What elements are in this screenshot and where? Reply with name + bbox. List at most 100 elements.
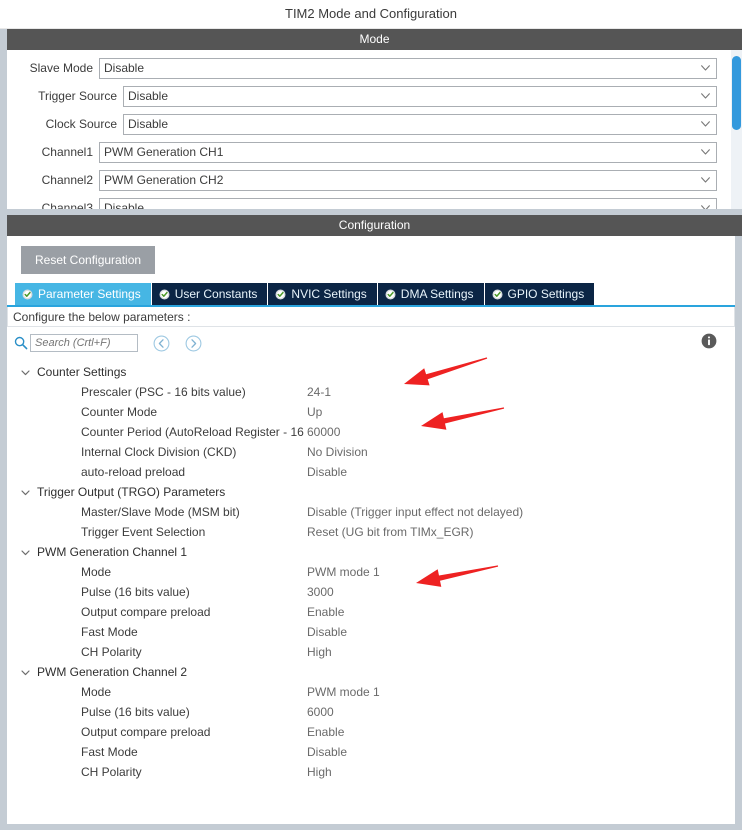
mode-label: Trigger Source	[38, 89, 117, 103]
mode-scrollbar[interactable]	[731, 50, 742, 209]
tab-label: Parameter Settings	[38, 287, 141, 301]
chevron-down-icon	[701, 205, 710, 209]
parameter-name: Output compare preload	[81, 605, 211, 619]
configure-hint: Configure the below parameters :	[7, 307, 735, 327]
parameter-value[interactable]: Reset (UG bit from TIMx_EGR)	[307, 525, 473, 539]
search-input[interactable]	[30, 334, 138, 352]
parameter-row[interactable]: Mode PWM mode 1	[7, 562, 735, 582]
mode-dropdown[interactable]: PWM Generation CH1	[99, 141, 717, 163]
circle-arrow-left-icon[interactable]	[153, 335, 170, 352]
parameter-row[interactable]: Prescaler (PSC - 16 bits value) 24-1	[7, 382, 735, 402]
parameter-group-label: Counter Settings	[37, 365, 127, 379]
parameter-group-pwm-generation-channel-2[interactable]: PWM Generation Channel 2	[7, 662, 735, 682]
mode-row-channel3: Channel3 Disable	[7, 197, 742, 209]
parameter-value[interactable]: 24-1	[307, 385, 331, 399]
parameter-value[interactable]: High	[307, 645, 332, 659]
parameter-group-label: PWM Generation Channel 2	[37, 665, 188, 679]
tab-label: User Constants	[174, 287, 258, 301]
reset-configuration-button[interactable]: Reset Configuration	[21, 246, 156, 274]
circle-arrow-right-icon[interactable]	[185, 335, 202, 352]
parameter-name: Counter Period (AutoReload Register - 16…	[81, 425, 307, 439]
tab-dma-settings[interactable]: DMA Settings	[377, 283, 484, 305]
parameter-name: Fast Mode	[81, 625, 138, 639]
mode-dropdown[interactable]: Disable	[123, 113, 717, 135]
tab-user-constants[interactable]: User Constants	[151, 283, 268, 305]
parameter-group-trigger-output-trgo-parameters[interactable]: Trigger Output (TRGO) Parameters	[7, 482, 735, 502]
chevron-down-icon	[701, 177, 710, 183]
mode-label: Channel2	[41, 173, 93, 187]
chevron-down-icon[interactable]	[20, 547, 31, 558]
parameter-row[interactable]: Trigger Event Selection Reset (UG bit fro…	[7, 522, 735, 542]
tab-nvic-settings[interactable]: NVIC Settings	[268, 283, 377, 305]
mode-row-trigger-source: Trigger Source Disable	[7, 85, 742, 107]
parameter-row[interactable]: Fast Mode Disable	[7, 622, 735, 642]
parameter-group-label: Trigger Output (TRGO) Parameters	[37, 485, 226, 499]
mode-dropdown-value: Disable	[128, 117, 169, 131]
parameter-name: CH Polarity	[81, 765, 142, 779]
tab-label: DMA Settings	[400, 287, 474, 301]
parameter-group-pwm-generation-channel-1[interactable]: PWM Generation Channel 1	[7, 542, 735, 562]
search-icon	[14, 336, 28, 350]
parameter-row[interactable]: Pulse (16 bits value) 3000	[7, 582, 735, 602]
parameter-row[interactable]: Internal Clock Division (CKD) No Division	[7, 442, 735, 462]
parameter-name: Master/Slave Mode (MSM bit)	[81, 505, 240, 519]
settings-tabbar: Parameter Settings User Constants NVIC Set…	[7, 283, 735, 307]
mode-row-clock-source: Clock Source Disable	[7, 113, 742, 135]
check-circle-icon	[492, 289, 503, 300]
parameter-value[interactable]: Disable	[307, 745, 347, 759]
parameter-value[interactable]: Disable (Trigger input effect not delaye…	[307, 505, 523, 519]
parameter-row[interactable]: Counter Period (AutoReload Register - 16…	[7, 422, 735, 442]
parameter-value[interactable]: High	[307, 765, 332, 779]
parameter-row[interactable]: Pulse (16 bits value) 6000	[7, 702, 735, 722]
parameter-value[interactable]: Up	[307, 405, 322, 419]
chevron-down-icon[interactable]	[20, 487, 31, 498]
parameter-value[interactable]: Disable	[307, 465, 347, 479]
parameter-group-label: PWM Generation Channel 1	[37, 545, 188, 559]
parameter-row[interactable]: Mode PWM mode 1	[7, 682, 735, 702]
mode-dropdown[interactable]: PWM Generation CH2	[99, 169, 717, 191]
tab-label: NVIC Settings	[291, 287, 367, 301]
info-icon[interactable]	[701, 333, 717, 349]
parameter-value[interactable]: 3000	[307, 585, 334, 599]
parameter-value[interactable]: Disable	[307, 625, 347, 639]
mode-dropdown[interactable]: Disable	[99, 57, 717, 79]
mode-label: Channel1	[41, 145, 93, 159]
mode-dropdown-value: Disable	[128, 89, 169, 103]
search-toolbar	[7, 327, 735, 357]
chevron-down-icon	[701, 65, 710, 71]
parameter-row[interactable]: Fast Mode Disable	[7, 742, 735, 762]
chevron-down-icon[interactable]	[20, 367, 31, 378]
check-circle-icon	[385, 289, 396, 300]
tab-gpio-settings[interactable]: GPIO Settings	[484, 283, 595, 305]
parameter-row[interactable]: CH Polarity High	[7, 642, 735, 662]
parameter-row[interactable]: Master/Slave Mode (MSM bit) Disable (Trig…	[7, 502, 735, 522]
parameter-value[interactable]: 60000	[307, 425, 340, 439]
mode-scrollbar-thumb[interactable]	[732, 56, 741, 130]
parameter-value[interactable]: No Division	[307, 445, 368, 459]
toolbar: Reset Configuration	[7, 236, 735, 283]
chevron-down-icon	[701, 93, 710, 99]
parameter-row[interactable]: Output compare preload Enable	[7, 722, 735, 742]
parameter-group-counter-settings[interactable]: Counter Settings	[7, 362, 735, 382]
mode-label: Clock Source	[45, 117, 117, 131]
parameter-name: Trigger Event Selection	[81, 525, 206, 539]
parameter-value[interactable]: PWM mode 1	[307, 685, 380, 699]
parameter-row[interactable]: Counter Mode Up	[7, 402, 735, 422]
parameter-name: Prescaler (PSC - 16 bits value)	[81, 385, 246, 399]
parameter-row[interactable]: Output compare preload Enable	[7, 602, 735, 622]
mode-dropdown-value: Disable	[104, 61, 145, 75]
parameter-name: Mode	[81, 565, 112, 579]
mode-row-channel1: Channel1 PWM Generation CH1	[7, 141, 742, 163]
mode-dropdown[interactable]: Disable	[123, 85, 717, 107]
parameter-row[interactable]: CH Polarity High	[7, 762, 735, 782]
mode-label: Slave Mode	[29, 61, 93, 75]
parameter-value[interactable]: Enable	[307, 605, 344, 619]
mode-dropdown-value: PWM Generation CH2	[104, 173, 224, 187]
parameter-value[interactable]: Enable	[307, 725, 344, 739]
parameter-row[interactable]: auto-reload preload Disable	[7, 462, 735, 482]
mode-dropdown[interactable]: Disable	[99, 197, 717, 209]
chevron-down-icon[interactable]	[20, 667, 31, 678]
tab-parameter-settings[interactable]: Parameter Settings	[15, 283, 151, 305]
parameter-value[interactable]: PWM mode 1	[307, 565, 380, 579]
parameter-value[interactable]: 6000	[307, 705, 334, 719]
